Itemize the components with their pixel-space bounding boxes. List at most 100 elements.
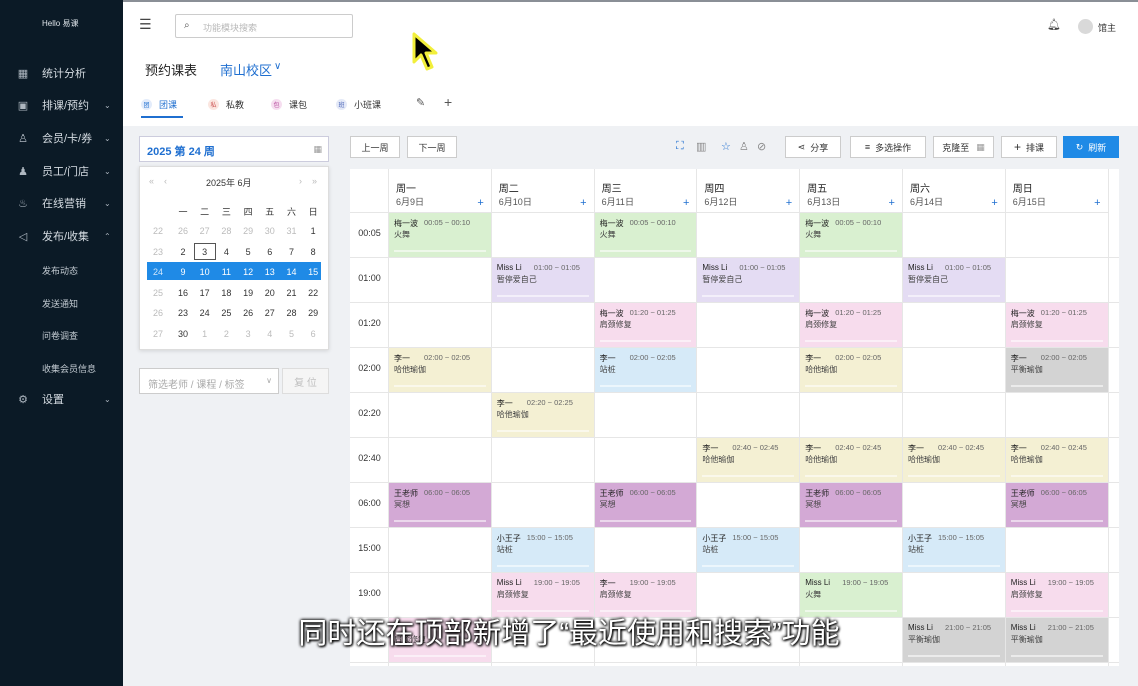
calendar-day[interactable]: 3 [193, 242, 216, 260]
class-event[interactable]: Miss Li 01:00 ~ 01:05 暂停爱自己 [697, 258, 800, 302]
sidebar-item-4[interactable]: ♟ 员工/门店 ⌄ [0, 159, 123, 183]
sidebar-subitem[interactable]: 问卷调查 [42, 329, 78, 342]
class-event[interactable]: 小王子 15:00 ~ 15:05 站桩 [903, 528, 1005, 572]
class-event[interactable]: 王老师 06:00 ~ 06:05 冥想 [389, 483, 491, 527]
calendar-day[interactable]: 26 [237, 304, 259, 322]
week-picker[interactable]: 2025 第 24 周 ▦ [139, 136, 329, 162]
calendar-day[interactable]: 22 [302, 284, 324, 302]
calendar-day[interactable]: 14 [281, 263, 303, 281]
calendar-day[interactable]: 15 [302, 263, 324, 281]
calendar-day[interactable]: 24 [194, 304, 216, 322]
calendar-day[interactable]: 11 [215, 263, 237, 281]
class-event[interactable]: 梅一波 00:05 ~ 00:10 火舞 [594, 213, 697, 257]
tab-4[interactable]: 班小班课 [336, 98, 381, 111]
add-class-button[interactable]: + 排课 [1001, 136, 1057, 158]
class-event[interactable]: 李一 02:00 ~ 02:05 哈他瑜伽 [800, 348, 902, 392]
calendar-day[interactable]: 26 [172, 222, 194, 240]
class-event[interactable]: 梅一波 01:20 ~ 01:25 肩颈修复 [800, 303, 902, 347]
calendar-day[interactable]: 5 [281, 325, 303, 343]
class-event[interactable]: 李一 02:40 ~ 02:45 哈他瑜伽 [800, 438, 902, 482]
class-event[interactable]: 小王子 15:00 ~ 15:05 站桩 [491, 528, 594, 572]
person-icon[interactable]: ♙ [739, 140, 749, 153]
calendar-day[interactable]: 7 [281, 243, 303, 261]
add-icon[interactable]: + [1094, 197, 1100, 209]
next-year-icon[interactable]: » [312, 176, 317, 186]
refresh-button[interactable]: ↻ 刷新 [1063, 136, 1119, 158]
calendar-day[interactable]: 21 [281, 284, 303, 302]
calendar-day[interactable]: 30 [259, 222, 281, 240]
prev-year-icon[interactable]: « [149, 176, 154, 186]
class-event[interactable]: 梅一波 00:05 ~ 00:10 火舞 [389, 213, 491, 257]
bell-icon[interactable]: 🔔︎ [1047, 18, 1061, 31]
filter-select[interactable]: 筛选老师 / 课程 / 标签 ∨ [139, 368, 279, 394]
calendar-day[interactable]: 9 [172, 263, 194, 281]
calendar-day[interactable]: 3 [237, 325, 259, 343]
sidebar-subitem[interactable]: 发布动态 [42, 264, 78, 277]
calendar-day[interactable]: 27 [259, 304, 281, 322]
sidebar-item-1[interactable]: ▦ 统计分析 [0, 61, 123, 85]
calendar-day[interactable]: 4 [215, 243, 237, 261]
calendar-day[interactable]: 8 [302, 243, 324, 261]
fullscreen-icon[interactable]: ⛶ [676, 140, 684, 153]
reset-button[interactable]: 复 位 [282, 368, 329, 394]
multi-select-button[interactable]: ≡ 多选操作 [850, 136, 926, 158]
sidebar-item-6[interactable]: ◁ 发布/收集 ⌃ [0, 224, 123, 248]
add-icon[interactable]: + [991, 197, 997, 209]
class-event[interactable]: Miss Li 01:00 ~ 01:05 暂停爱自己 [491, 258, 594, 302]
class-event[interactable]: 李一 02:40 ~ 02:45 哈他瑜伽 [697, 438, 800, 482]
next-week-button[interactable]: 下一周 [407, 136, 457, 158]
sidebar-item-3[interactable]: ♙ 会员/卡/券 ⌄ [0, 126, 123, 150]
calendar-day[interactable]: 16 [172, 284, 194, 302]
calendar-day[interactable]: 6 [302, 325, 324, 343]
ban-icon[interactable]: ⊘ [757, 140, 766, 153]
sidebar-item-5[interactable]: ♨ 在线营销 ⌄ [0, 191, 123, 215]
calendar-day[interactable]: 28 [281, 304, 303, 322]
calendar-day[interactable]: 17 [194, 284, 216, 302]
clone-button[interactable]: 克隆至 ▦ [933, 136, 994, 158]
campus-selector[interactable]: 南山校区 [220, 60, 272, 79]
class-event[interactable]: 梅一波 00:05 ~ 00:10 火舞 [800, 213, 902, 257]
calendar-day[interactable]: 2 [215, 325, 237, 343]
sidebar-subitem[interactable]: 收集会员信息 [42, 362, 96, 375]
sidebar-subitem[interactable]: 发送通知 [42, 297, 78, 310]
calendar-day[interactable]: 5 [237, 243, 259, 261]
calendar-day[interactable]: 19 [237, 284, 259, 302]
calendar-day[interactable]: 20 [259, 284, 281, 302]
add-icon[interactable]: + [889, 197, 895, 209]
search-input[interactable]: ⌕ 功能模块搜索 [175, 14, 353, 38]
chevron-down-icon[interactable]: ∨ [274, 61, 281, 72]
calendar-day[interactable]: 30 [172, 325, 194, 343]
star-icon[interactable]: ☆ [721, 140, 731, 153]
add-icon[interactable]: + [477, 197, 483, 209]
class-event[interactable]: 梅一波 01:20 ~ 01:25 肩颈修复 [1005, 303, 1108, 347]
class-event[interactable]: 小王子 15:00 ~ 15:05 站桩 [697, 528, 800, 572]
tab-3[interactable]: 包课包 [271, 98, 307, 111]
user-name[interactable]: 馆主 [1098, 21, 1116, 34]
class-event[interactable]: 梅一波 01:20 ~ 01:25 肩颈修复 [594, 303, 697, 347]
class-event[interactable]: 王老师 06:00 ~ 06:05 冥想 [800, 483, 902, 527]
sidebar-item-7[interactable]: ⚙ 设置 ⌄ [0, 387, 123, 411]
avatar[interactable] [1078, 19, 1093, 34]
share-button[interactable]: ⋖ 分享 [785, 136, 841, 158]
tab-2[interactable]: 私私教 [208, 98, 244, 111]
calendar-day[interactable]: 1 [302, 222, 324, 240]
class-event[interactable]: 王老师 06:00 ~ 06:05 冥想 [1005, 483, 1108, 527]
calendar-day[interactable]: 4 [259, 325, 281, 343]
sidebar-item-2[interactable]: ▣ 排课/预约 ⌄ [0, 93, 123, 117]
class-event[interactable]: 李一 02:40 ~ 02:45 哈他瑜伽 [1005, 438, 1108, 482]
class-event[interactable]: Miss Li 01:00 ~ 01:05 暂停爱自己 [903, 258, 1005, 302]
add-icon[interactable]: + [786, 197, 792, 209]
calendar-day[interactable]: 13 [259, 263, 281, 281]
tab-1[interactable]: 团团课 [141, 98, 177, 111]
calendar-day[interactable]: 2 [172, 243, 194, 261]
add-icon[interactable]: + [683, 197, 689, 209]
calendar-day[interactable]: 29 [302, 304, 324, 322]
calendar-day[interactable]: 10 [194, 263, 216, 281]
next-month-icon[interactable]: › [299, 176, 302, 186]
calendar-day[interactable]: 27 [194, 222, 216, 240]
calendar-day[interactable]: 12 [237, 263, 259, 281]
add-tab-icon[interactable]: + [444, 94, 452, 110]
class-event[interactable]: 王老师 06:00 ~ 06:05 冥想 [594, 483, 697, 527]
calendar-day[interactable]: 29 [237, 222, 259, 240]
calendar-day[interactable]: 23 [172, 304, 194, 322]
